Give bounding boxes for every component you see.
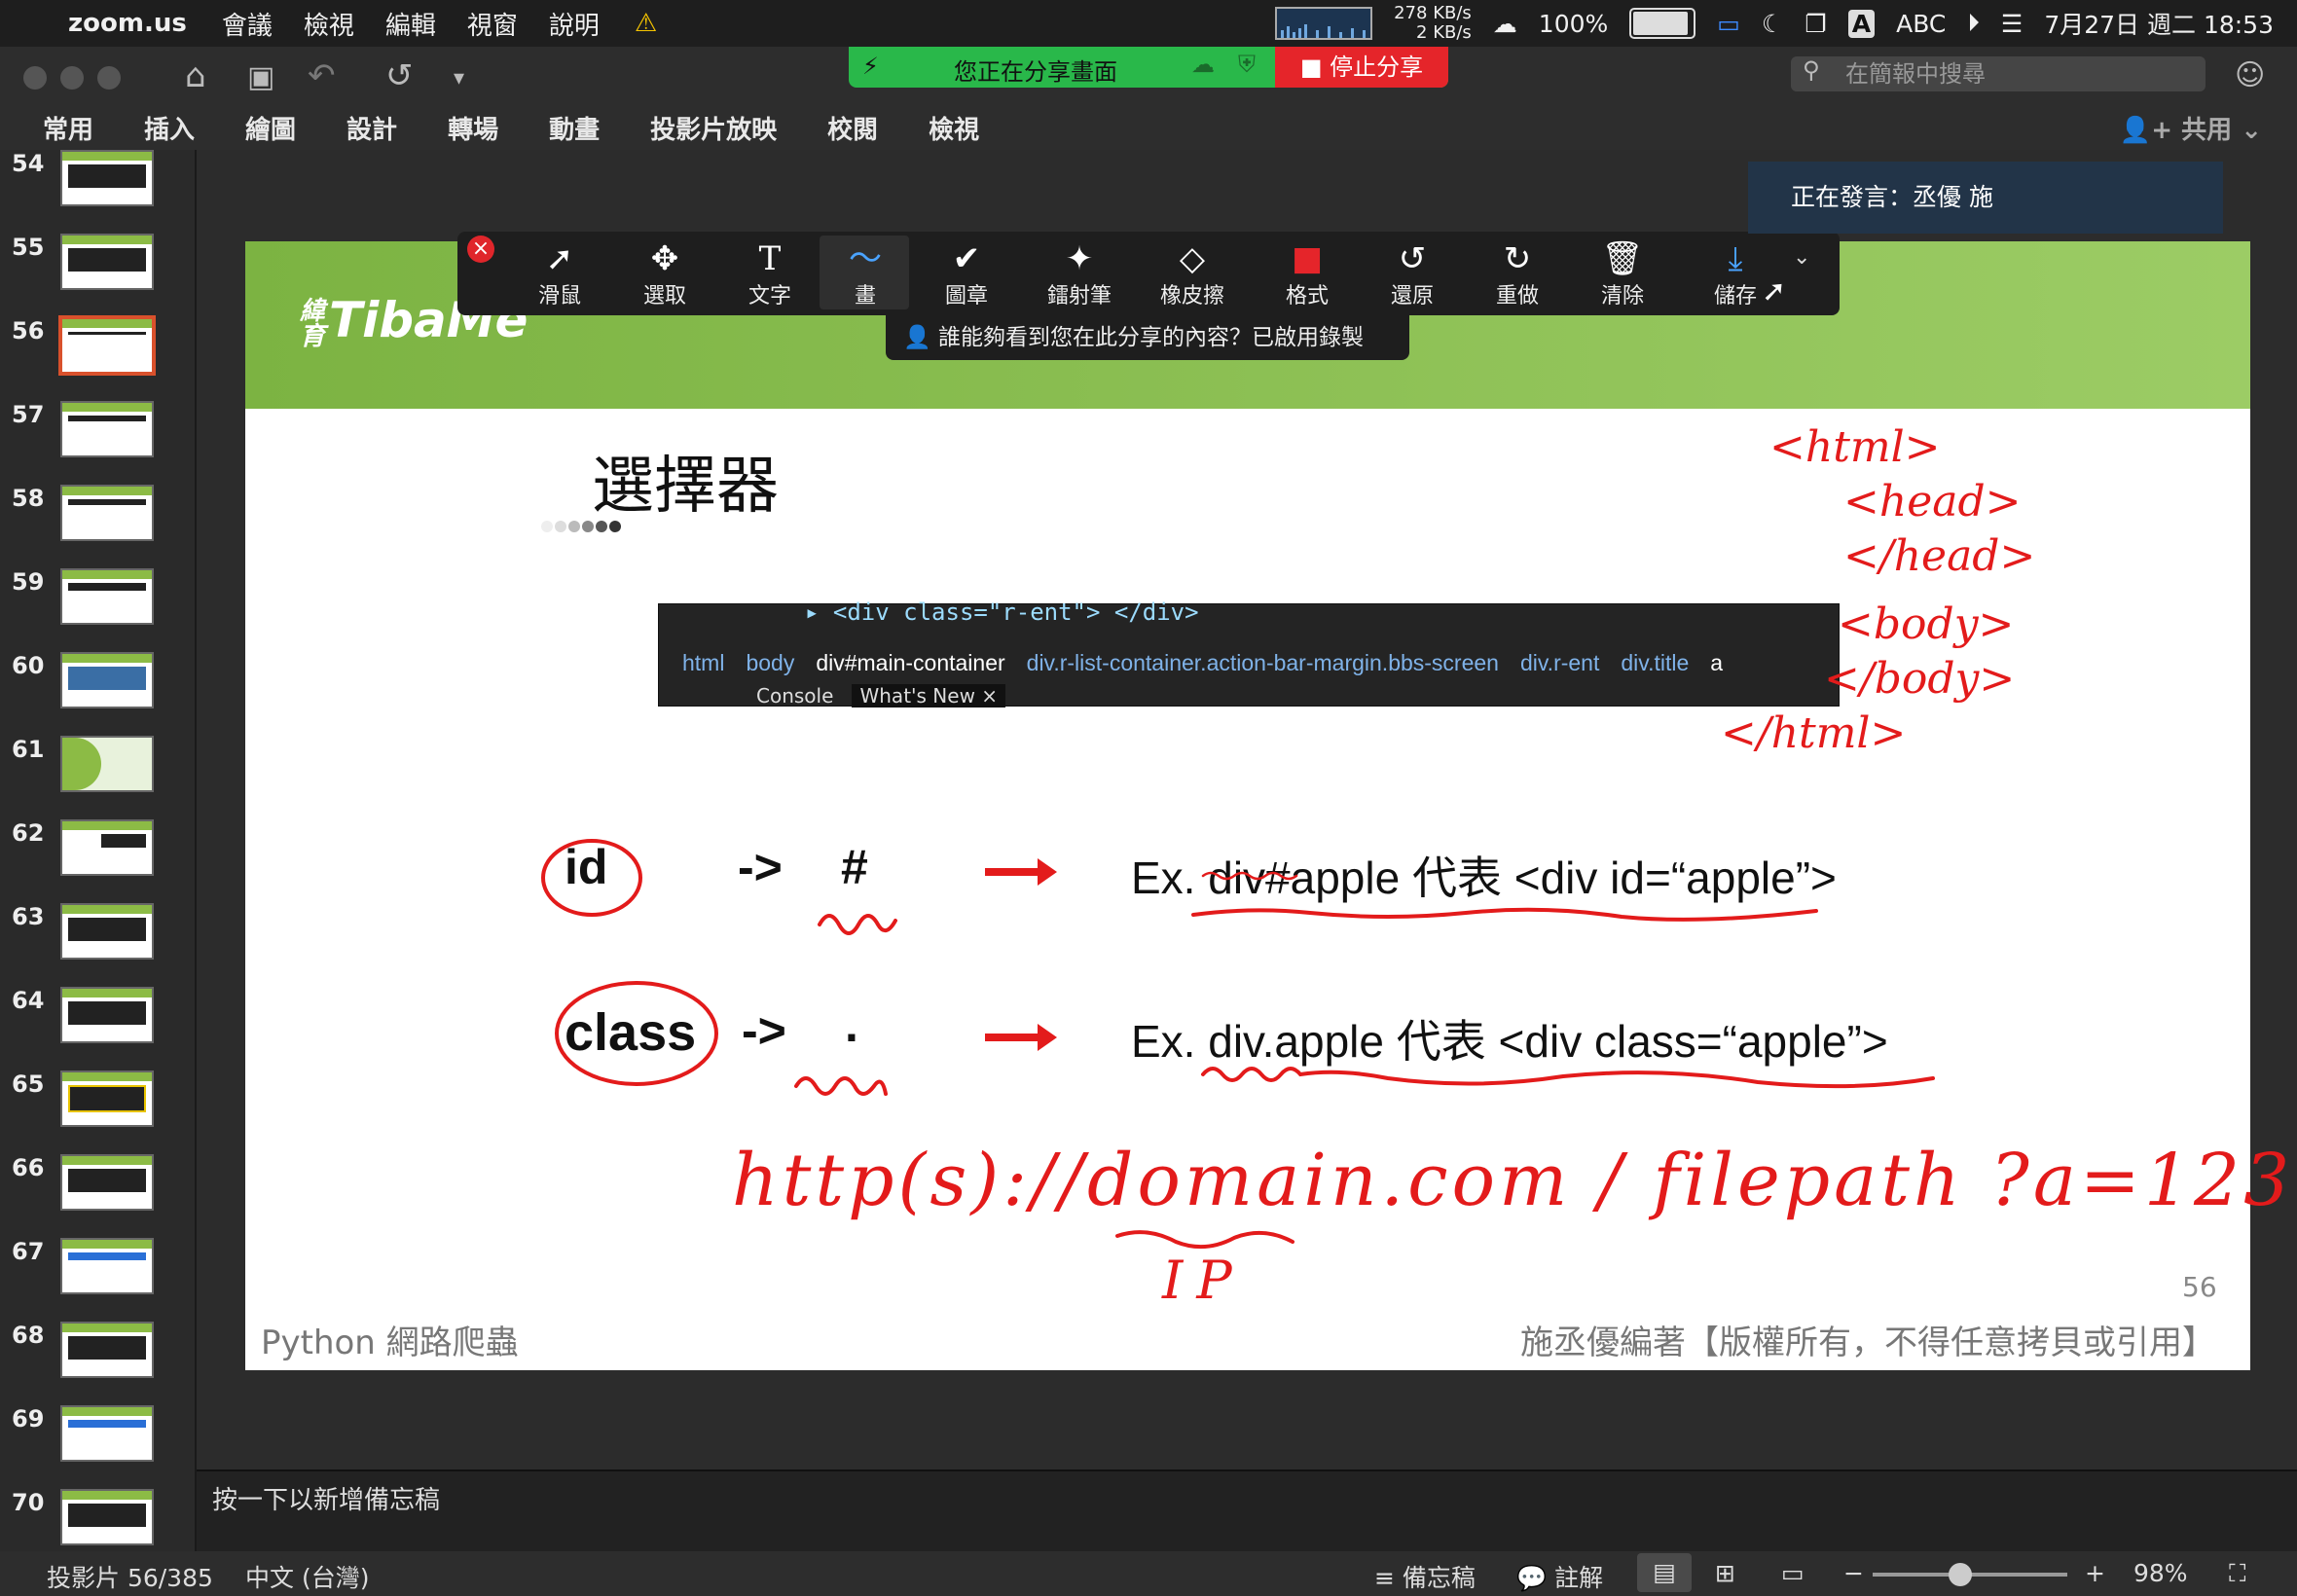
redo-icon: ↻ bbox=[1503, 239, 1532, 278]
tool-label: 還原 bbox=[1390, 284, 1434, 308]
tool-clear[interactable]: 🗑 清除 bbox=[1579, 239, 1666, 309]
tool-select[interactable]: ✥ 選取 bbox=[621, 239, 709, 309]
zoom-level[interactable]: 98% bbox=[2133, 1559, 2188, 1587]
comment-icon: 💬 bbox=[1516, 1564, 1548, 1592]
tool-label: 格式 bbox=[1285, 284, 1329, 308]
ink-html-open: <html> bbox=[1769, 422, 1941, 472]
tool-label: 重做 bbox=[1495, 284, 1539, 308]
tool-format[interactable]: ■ 格式 bbox=[1263, 239, 1351, 309]
ink-body-close: </body> bbox=[1824, 654, 2016, 704]
slide-sorter-icon[interactable]: ⊞ bbox=[1715, 1559, 1735, 1587]
tool-label: 鐳射筆 bbox=[1046, 284, 1112, 308]
person-lock-icon: 👤 bbox=[903, 325, 931, 350]
notes-toggle-label: 備忘稿 bbox=[1402, 1564, 1476, 1592]
trash-icon: 🗑 bbox=[1601, 239, 1644, 278]
ink-squiggle-dot bbox=[794, 1076, 888, 1096]
tool-eraser[interactable]: ◇ 橡皮擦 bbox=[1148, 239, 1236, 309]
tool-label: 圖章 bbox=[944, 284, 988, 308]
ink-body-open: <body> bbox=[1838, 599, 2015, 649]
tool-laser[interactable]: ✦ 鐳射筆 bbox=[1036, 239, 1123, 309]
ink-squiggle-hash bbox=[818, 914, 897, 935]
notes-icon: ≡ bbox=[1374, 1564, 1395, 1592]
language-indicator[interactable]: 中文 (台灣) bbox=[245, 1559, 369, 1594]
tool-draw[interactable]: 〜畫 bbox=[821, 239, 909, 309]
ink-html-close: </html> bbox=[1721, 708, 1907, 758]
ink-underline-class bbox=[1201, 1067, 1935, 1089]
tool-label: 畫 bbox=[854, 284, 876, 308]
ink-underline-domain bbox=[1115, 1230, 1294, 1250]
reading-view-icon[interactable]: ▭ bbox=[1781, 1559, 1805, 1587]
tool-redo[interactable]: ↻ 重做 bbox=[1474, 239, 1561, 309]
tool-undo[interactable]: ↺ 還原 bbox=[1368, 239, 1456, 309]
ink-url: http(s)://domain.com / filepath ?a=123 bbox=[732, 1139, 2294, 1222]
tool-label: 滑鼠 bbox=[537, 284, 581, 308]
tool-text[interactable]: T 文字 bbox=[726, 239, 814, 309]
ink-head-close: </head> bbox=[1843, 531, 2036, 581]
tool-label: 橡皮擦 bbox=[1159, 284, 1224, 308]
save-options-chevron-icon[interactable]: ⌄ bbox=[1793, 245, 1810, 270]
tool-label: 文字 bbox=[747, 284, 791, 308]
zoom-in-icon[interactable]: + bbox=[2085, 1559, 2105, 1587]
zoom-out-icon[interactable]: − bbox=[1843, 1559, 1864, 1587]
move-icon: ✥ bbox=[650, 239, 679, 278]
comments-toggle-label: 註解 bbox=[1554, 1564, 1604, 1592]
pointer-icon: ➚ bbox=[545, 239, 574, 278]
active-speaker-banner: 正在發言：丞優 施 bbox=[1748, 162, 2223, 234]
tool-label: 清除 bbox=[1600, 284, 1644, 308]
notes-input[interactable]: 按一下以新增備忘稿 bbox=[197, 1469, 2297, 1551]
normal-view-icon[interactable]: ▤ bbox=[1637, 1553, 1692, 1592]
eraser-icon: ◇ bbox=[1179, 239, 1206, 278]
save-icon: ⤓ bbox=[1728, 239, 1743, 278]
text-icon: T bbox=[758, 239, 782, 278]
comments-toggle-button[interactable]: 💬 註解 bbox=[1516, 1559, 1603, 1594]
draw-icon: 〜 bbox=[849, 239, 882, 278]
undo-icon: ↺ bbox=[1398, 239, 1427, 278]
fit-to-window-icon[interactable]: ⛶ bbox=[2229, 1559, 2246, 1588]
ink-underline-id bbox=[1191, 907, 1818, 922]
tool-mouse[interactable]: ➚ 滑鼠 bbox=[516, 239, 603, 309]
share-notice[interactable]: 👤 誰能夠看到您在此分享的內容？已啟用錄製 bbox=[886, 315, 1409, 360]
tool-label: 選取 bbox=[642, 284, 686, 308]
zoom-slider-handle[interactable] bbox=[1949, 1563, 1972, 1586]
ink-html-tree: <html> <head> </head> <body> </body> </h… bbox=[1721, 420, 2061, 761]
mouse-cursor-icon: ➚ bbox=[1762, 274, 1787, 308]
share-notice-text: 誰能夠看到您在此分享的內容？已啟用錄製 bbox=[937, 325, 1364, 350]
tool-stamp[interactable]: ✔ 圖章 bbox=[923, 239, 1010, 309]
ink-head-open: <head> bbox=[1843, 477, 2022, 526]
ink-circle-id bbox=[541, 839, 642, 917]
ink-spell-underline bbox=[1201, 871, 1298, 881]
ink-ip: IP bbox=[1162, 1250, 1246, 1311]
notes-toggle-button[interactable]: ≡ 備忘稿 bbox=[1374, 1559, 1476, 1594]
close-annotation-icon[interactable]: × bbox=[467, 236, 494, 263]
stamp-icon: ✔ bbox=[952, 239, 981, 278]
format-icon: ■ bbox=[1291, 239, 1324, 278]
laser-icon: ✦ bbox=[1065, 239, 1094, 278]
annotation-toolbar: × ➚ 滑鼠 ✥ 選取 T 文字 〜畫 ✔ 圖章 ✦ 鐳射筆 ◇ 橡皮擦 ■ 格式 ↺ 還原 ↻… bbox=[457, 232, 1840, 315]
ink-circle-class bbox=[555, 981, 718, 1086]
slide-counter: 投影片 56/385 bbox=[47, 1564, 213, 1592]
